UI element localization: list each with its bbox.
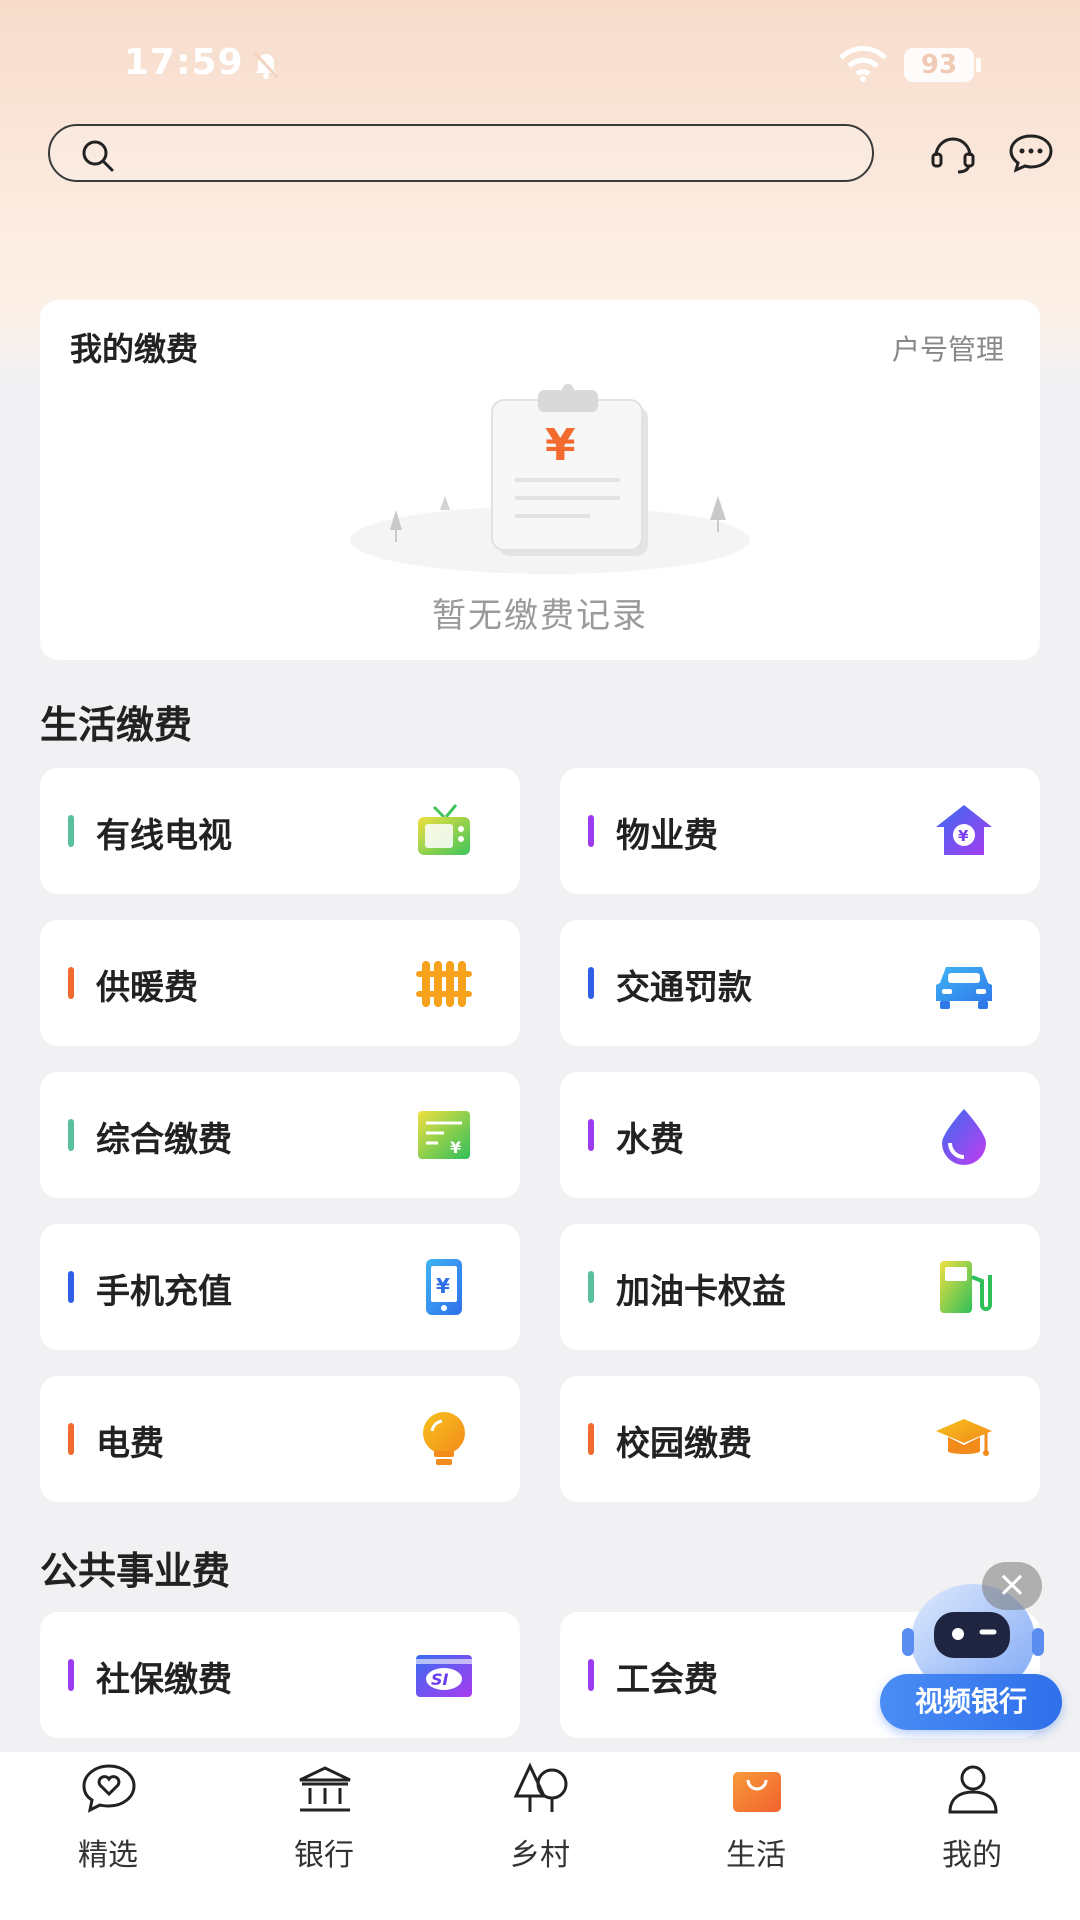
tile-traffic-fine[interactable]: 交通罚款 — [560, 920, 1040, 1046]
svg-text:¥: ¥ — [450, 1138, 461, 1157]
svg-text:¥: ¥ — [958, 827, 969, 845]
svg-text:¥: ¥ — [545, 420, 576, 471]
tile-label: 加油卡权益 — [616, 1272, 786, 1312]
robot-close-button[interactable]: × — [982, 1562, 1042, 1610]
battery-tip — [976, 58, 981, 72]
my-fees-card: 我的缴费 户号管理 ¥ 暂无缴费记录 — [40, 300, 1040, 660]
house-yuan-icon: ¥ — [934, 801, 994, 861]
tile-accent-bar — [588, 1119, 594, 1151]
tile-cable-tv[interactable]: 有线电视 — [40, 768, 520, 894]
message-icon[interactable] — [1008, 132, 1054, 178]
tile-accent-bar — [68, 1271, 74, 1303]
tv-icon — [414, 801, 474, 861]
svg-text:¥: ¥ — [436, 1274, 450, 1298]
tile-social-security[interactable]: 社保缴费 SI — [40, 1612, 520, 1738]
nav-label: 精选 — [78, 1838, 138, 1873]
tile-accent-bar — [68, 815, 74, 847]
tile-accent-bar — [588, 1659, 594, 1691]
account-manage-link[interactable]: 户号管理 — [892, 328, 1004, 368]
wifi-icon — [838, 45, 888, 86]
tile-label: 综合缴费 — [96, 1120, 232, 1160]
tile-label: 工会费 — [616, 1660, 718, 1700]
water-drop-icon — [934, 1105, 994, 1165]
nav-label: 银行 — [294, 1838, 354, 1873]
svg-text:SI: SI — [431, 1670, 449, 1689]
status-time: 17:59 — [124, 42, 244, 83]
nav-label: 我的 — [942, 1838, 1002, 1873]
nav-label: 生活 — [726, 1838, 786, 1873]
nav-item-featured[interactable]: 精选 — [0, 1752, 216, 1882]
tile-label: 供暖费 — [96, 968, 198, 1008]
tile-combined-payment[interactable]: 综合缴费 ¥ — [40, 1072, 520, 1198]
life-fees-title: 生活缴费 — [40, 703, 193, 747]
gas-pump-icon — [934, 1257, 994, 1317]
tile-accent-bar — [588, 967, 594, 999]
tile-accent-bar — [68, 1119, 74, 1151]
customer-service-icon[interactable] — [930, 132, 976, 178]
battery-level: 93 — [904, 48, 974, 82]
tile-label: 校园缴费 — [616, 1424, 752, 1464]
empty-records-text: 暂无缴费记录 — [432, 596, 648, 636]
tile-label: 物业费 — [616, 816, 718, 856]
tile-water-fee[interactable]: 水费 — [560, 1072, 1040, 1198]
graduation-cap-icon — [934, 1409, 994, 1469]
tile-property-fee[interactable]: 物业费 ¥ — [560, 768, 1040, 894]
tile-label: 电费 — [96, 1424, 164, 1464]
search-input[interactable] — [130, 134, 850, 174]
radiator-icon — [414, 953, 474, 1013]
tile-fuel-card[interactable]: 加油卡权益 — [560, 1224, 1040, 1350]
social-security-icon: SI — [414, 1645, 474, 1705]
tile-campus-fee[interactable]: 校园缴费 — [560, 1376, 1040, 1502]
nav-item-mine[interactable]: 我的 — [864, 1752, 1080, 1882]
tile-label: 社保缴费 — [96, 1660, 232, 1700]
tile-label: 交通罚款 — [616, 968, 752, 1008]
bill-icon: ¥ — [414, 1105, 474, 1165]
empty-clipboard-icon: ¥ — [300, 380, 800, 584]
status-bar: 17:59 93 — [0, 0, 1080, 120]
tile-accent-bar — [68, 1423, 74, 1455]
car-icon — [934, 953, 994, 1013]
tile-accent-bar — [68, 1659, 74, 1691]
bottom-nav: 精选 银行 乡村 生活 我的 — [0, 1752, 1080, 1920]
nav-item-village[interactable]: 乡村 — [432, 1752, 648, 1882]
nav-label: 乡村 — [510, 1838, 570, 1873]
tile-accent-bar — [588, 1423, 594, 1455]
my-fees-title: 我的缴费 — [70, 330, 199, 368]
tile-label: 有线电视 — [96, 816, 232, 856]
bulb-icon — [414, 1409, 474, 1469]
tile-accent-bar — [68, 967, 74, 999]
tile-electricity-fee[interactable]: 电费 — [40, 1376, 520, 1502]
nav-item-life[interactable]: 生活 — [648, 1752, 864, 1882]
search-bar[interactable] — [48, 124, 874, 182]
tile-accent-bar — [588, 1271, 594, 1303]
tile-mobile-topup[interactable]: 手机充值 ¥ — [40, 1224, 520, 1350]
search-icon — [80, 138, 116, 178]
tile-label: 手机充值 — [96, 1272, 232, 1312]
video-bank-button[interactable]: 视频银行 — [880, 1674, 1062, 1730]
phone-yuan-icon: ¥ — [414, 1257, 474, 1317]
tile-accent-bar — [588, 815, 594, 847]
nav-item-bank[interactable]: 银行 — [216, 1752, 432, 1882]
public-fees-title: 公共事业费 — [40, 1549, 231, 1593]
bell-muted-icon — [250, 48, 282, 84]
tile-label: 水费 — [616, 1120, 684, 1160]
tile-heating-fee[interactable]: 供暖费 — [40, 920, 520, 1046]
